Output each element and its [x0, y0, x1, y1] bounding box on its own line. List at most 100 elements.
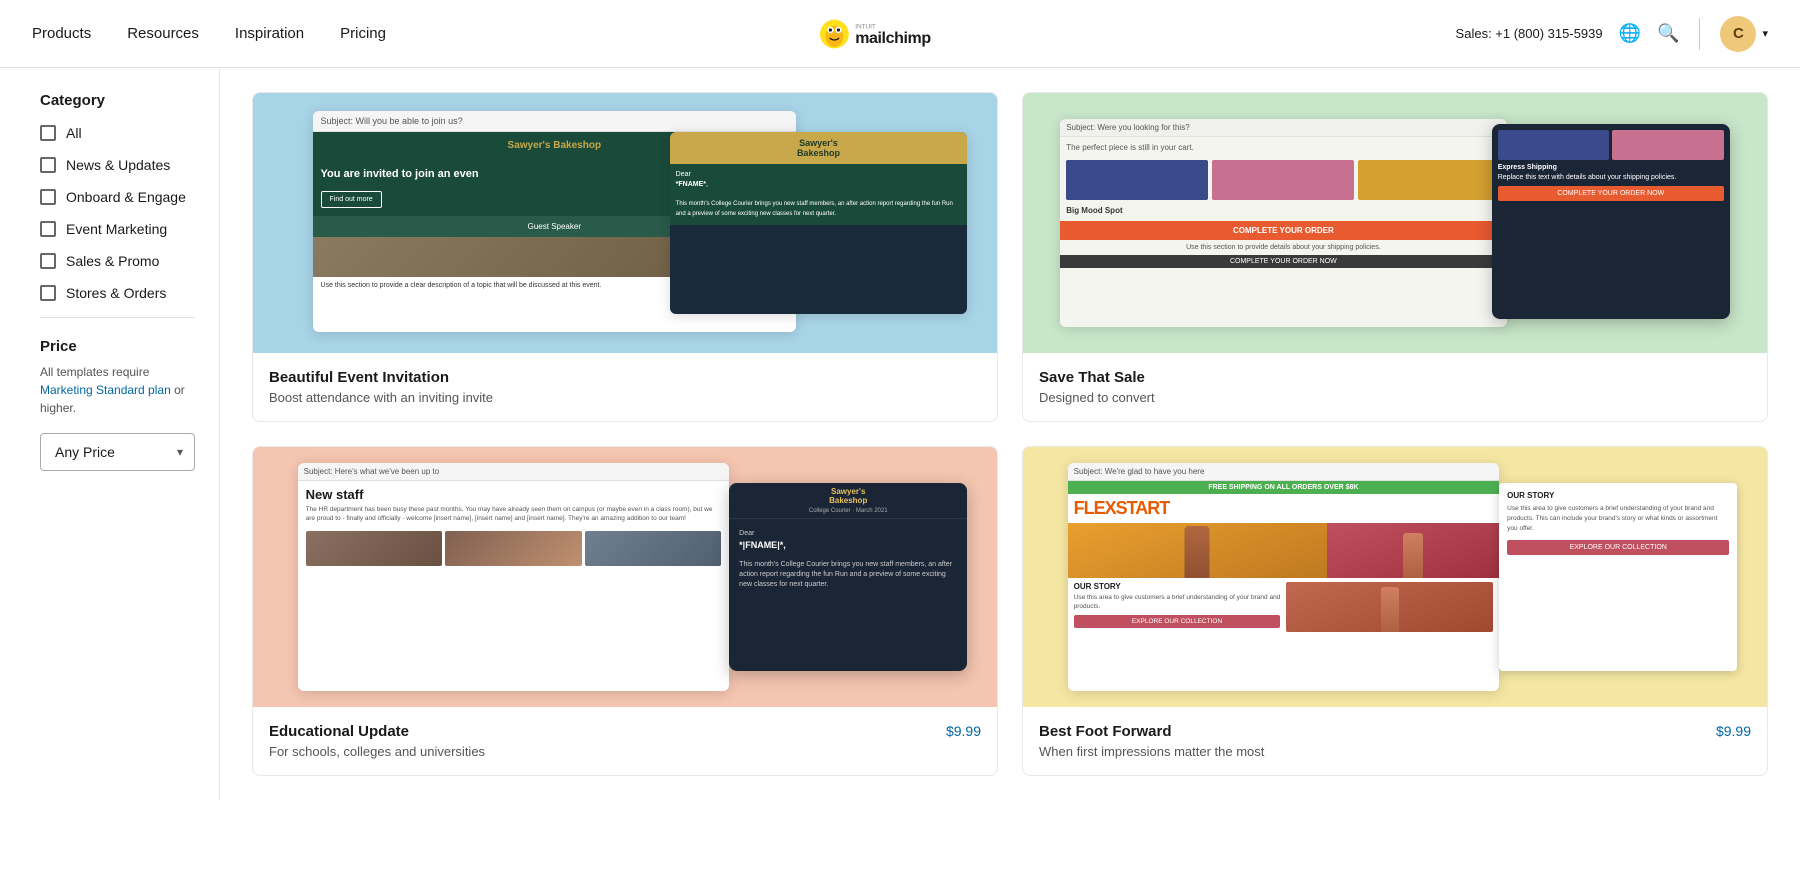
sale-product-row	[1060, 154, 1506, 206]
event-template-name: Beautiful Event Invitation	[269, 369, 449, 386]
edu-photo-1	[306, 531, 443, 566]
sidebar: Category All News & Updates Onboard & En…	[0, 68, 220, 800]
filter-sales-checkbox[interactable]	[40, 253, 56, 269]
edu-template-price: $9.99	[946, 723, 981, 739]
nav-resources[interactable]: Resources	[127, 25, 199, 42]
flex-woman-img-col	[1286, 582, 1493, 632]
flex-our-story-text: Use this area to give customers a brief …	[1074, 593, 1281, 611]
sale-desktop-subject: Subject: Were you looking for this?	[1060, 119, 1506, 137]
user-avatar[interactable]: C	[1720, 16, 1756, 52]
event-phone-body: Dear*FNAME*, This month's College Courie…	[670, 164, 968, 225]
flex-explore-btn: EXPLORE OUR COLLECTION	[1074, 615, 1281, 628]
edu-template-name: Educational Update	[269, 723, 409, 740]
filter-onboard-checkbox[interactable]	[40, 189, 56, 205]
sale-template-desc: Designed to convert	[1039, 390, 1751, 405]
filter-news-checkbox[interactable]	[40, 157, 56, 173]
sale-mobile-mockup: Express Shipping Replace this text with …	[1492, 124, 1730, 319]
sale-cta-button: COMPLETE YOUR ORDER	[1060, 221, 1506, 240]
sale-mobile-text: Replace this text with details about you…	[1498, 173, 1724, 182]
sale-subtext: Use this section to provide details abou…	[1060, 240, 1506, 255]
bakeshop-find-out-btn: Find out more	[321, 191, 382, 209]
price-subtitle: All templates require Marketing Standard…	[40, 363, 195, 417]
sale-mobile-ship-label: Express Shipping	[1498, 164, 1724, 171]
edu-title: New staff	[298, 481, 730, 505]
filter-event[interactable]: Event Marketing	[40, 221, 195, 237]
price-select[interactable]: Any Price Free Paid	[40, 433, 195, 471]
main-nav: Products Resources Inspiration Pricing	[32, 25, 386, 42]
event-title-row: Beautiful Event Invitation	[269, 369, 981, 386]
filter-sales-label: Sales & Promo	[66, 253, 159, 269]
filter-stores[interactable]: Stores & Orders	[40, 285, 195, 301]
edu-side-mockup: Sawyer'sBakeshopCollege Courier · March …	[729, 483, 967, 670]
sale-mobile-box-blue	[1498, 130, 1610, 160]
flex-image-row	[1068, 523, 1500, 578]
sale-mobile-products	[1498, 130, 1724, 160]
price-select-wrapper: Any Price Free Paid ▾	[40, 433, 195, 471]
edu-photo-3	[585, 531, 722, 566]
template-card-edu[interactable]: Subject: Here's what we've been up to Ne…	[252, 446, 998, 776]
filter-onboard[interactable]: Onboard & Engage	[40, 189, 195, 205]
sidebar-divider	[40, 317, 195, 318]
sale-mobile-inner: Express Shipping Replace this text with …	[1492, 124, 1730, 207]
site-logo[interactable]: INTUIT mailchimp	[820, 14, 980, 54]
nav-pricing[interactable]: Pricing	[340, 25, 386, 42]
flex-side-desc: Use this area to give customers a brief …	[1507, 504, 1729, 533]
event-subject-bar: Subject: Will you be able to join us?	[313, 111, 797, 132]
event-phone-mockup: Sawyer'sBakeshop Dear*FNAME*, This month…	[670, 132, 968, 314]
filter-all-checkbox[interactable]	[40, 125, 56, 141]
flex-our-story-col: OUR STORY Use this area to give customer…	[1074, 582, 1281, 632]
sale-desktop-mockup: Subject: Were you looking for this? The …	[1060, 119, 1506, 327]
sale-template-info: Save That Sale Designed to convert	[1023, 353, 1767, 421]
sale-mobile-cta: COMPLETE YOUR ORDER NOW	[1498, 186, 1724, 201]
template-card-event[interactable]: Subject: Will you be able to join us? Sa…	[252, 92, 998, 422]
template-preview-flex: Subject: We're glad to have you here FRE…	[1023, 447, 1767, 707]
edu-side-body: This month's College Courier brings you …	[735, 556, 961, 593]
flex-template-price: $9.99	[1716, 723, 1751, 739]
template-preview-edu: Subject: Here's what we've been up to Ne…	[253, 447, 997, 707]
nav-products[interactable]: Products	[32, 25, 91, 42]
filter-event-checkbox[interactable]	[40, 221, 56, 237]
price-subtitle-pre: All templates require	[40, 365, 149, 379]
sale-template-name: Save That Sale	[1039, 369, 1145, 386]
marketing-plan-link[interactable]: Marketing Standard plan	[40, 383, 171, 397]
flex-side-card: OUR STORY Use this area to give customer…	[1499, 483, 1737, 670]
filter-all[interactable]: All	[40, 125, 195, 141]
filter-news[interactable]: News & Updates	[40, 157, 195, 173]
price-title: Price	[40, 338, 195, 355]
edu-photo-2	[445, 531, 582, 566]
header-right: Sales: +1 (800) 315-5939 🌐 🔍 C ▾	[1456, 16, 1768, 52]
header-divider	[1699, 18, 1700, 50]
template-preview-sale: Subject: Were you looking for this? The …	[1023, 93, 1767, 353]
event-template-info: Beautiful Event Invitation Boost attenda…	[253, 353, 997, 421]
template-card-flex[interactable]: Subject: We're glad to have you here FRE…	[1022, 446, 1768, 776]
globe-icon[interactable]: 🌐	[1619, 23, 1641, 44]
filter-stores-checkbox[interactable]	[40, 285, 56, 301]
flex-main-mockup: Subject: We're glad to have you here FRE…	[1068, 463, 1500, 692]
flex-side-our-story: OUR STORY	[1507, 491, 1729, 500]
filter-sales[interactable]: Sales & Promo	[40, 253, 195, 269]
edu-main-mockup: Subject: Here's what we've been up to Ne…	[298, 463, 730, 692]
flex-side-explore-btn: EXPLORE OUR COLLECTION	[1507, 540, 1729, 555]
template-card-sale[interactable]: Subject: Were you looking for this? The …	[1022, 92, 1768, 422]
flex-shipping-bar: FREE SHIPPING ON ALL ORDERS OVER $8K	[1068, 481, 1500, 494]
user-menu[interactable]: C ▾	[1720, 16, 1768, 52]
category-title: Category	[40, 92, 195, 109]
sale-mobile-box-pink	[1612, 130, 1724, 160]
edu-side-dear: Dear*|FNAME|*,	[735, 525, 961, 556]
page-body: Category All News & Updates Onboard & En…	[0, 68, 1800, 800]
app-header: Products Resources Inspiration Pricing I…	[0, 0, 1800, 68]
sale-product-yellow	[1358, 160, 1500, 200]
flex-main-img	[1068, 523, 1327, 578]
edu-title-row: Educational Update $9.99	[269, 723, 981, 740]
edu-side-header: Sawyer'sBakeshopCollege Courier · March …	[729, 483, 967, 519]
flex-side-img	[1327, 523, 1500, 578]
search-icon[interactable]: 🔍	[1657, 23, 1679, 44]
flex-template-info: Best Foot Forward $9.99 When first impre…	[1023, 707, 1767, 775]
nav-inspiration[interactable]: Inspiration	[235, 25, 304, 42]
flex-template-desc: When first impressions matter the most	[1039, 744, 1751, 759]
event-template-desc: Boost attendance with an inviting invite	[269, 390, 981, 405]
edu-photos	[298, 527, 730, 570]
flex-title-row: Best Foot Forward $9.99	[1039, 723, 1751, 740]
sale-product-text: Big Mood Spot	[1060, 206, 1506, 221]
sale-desktop-heading: The perfect piece is still in your cart.	[1060, 137, 1506, 154]
